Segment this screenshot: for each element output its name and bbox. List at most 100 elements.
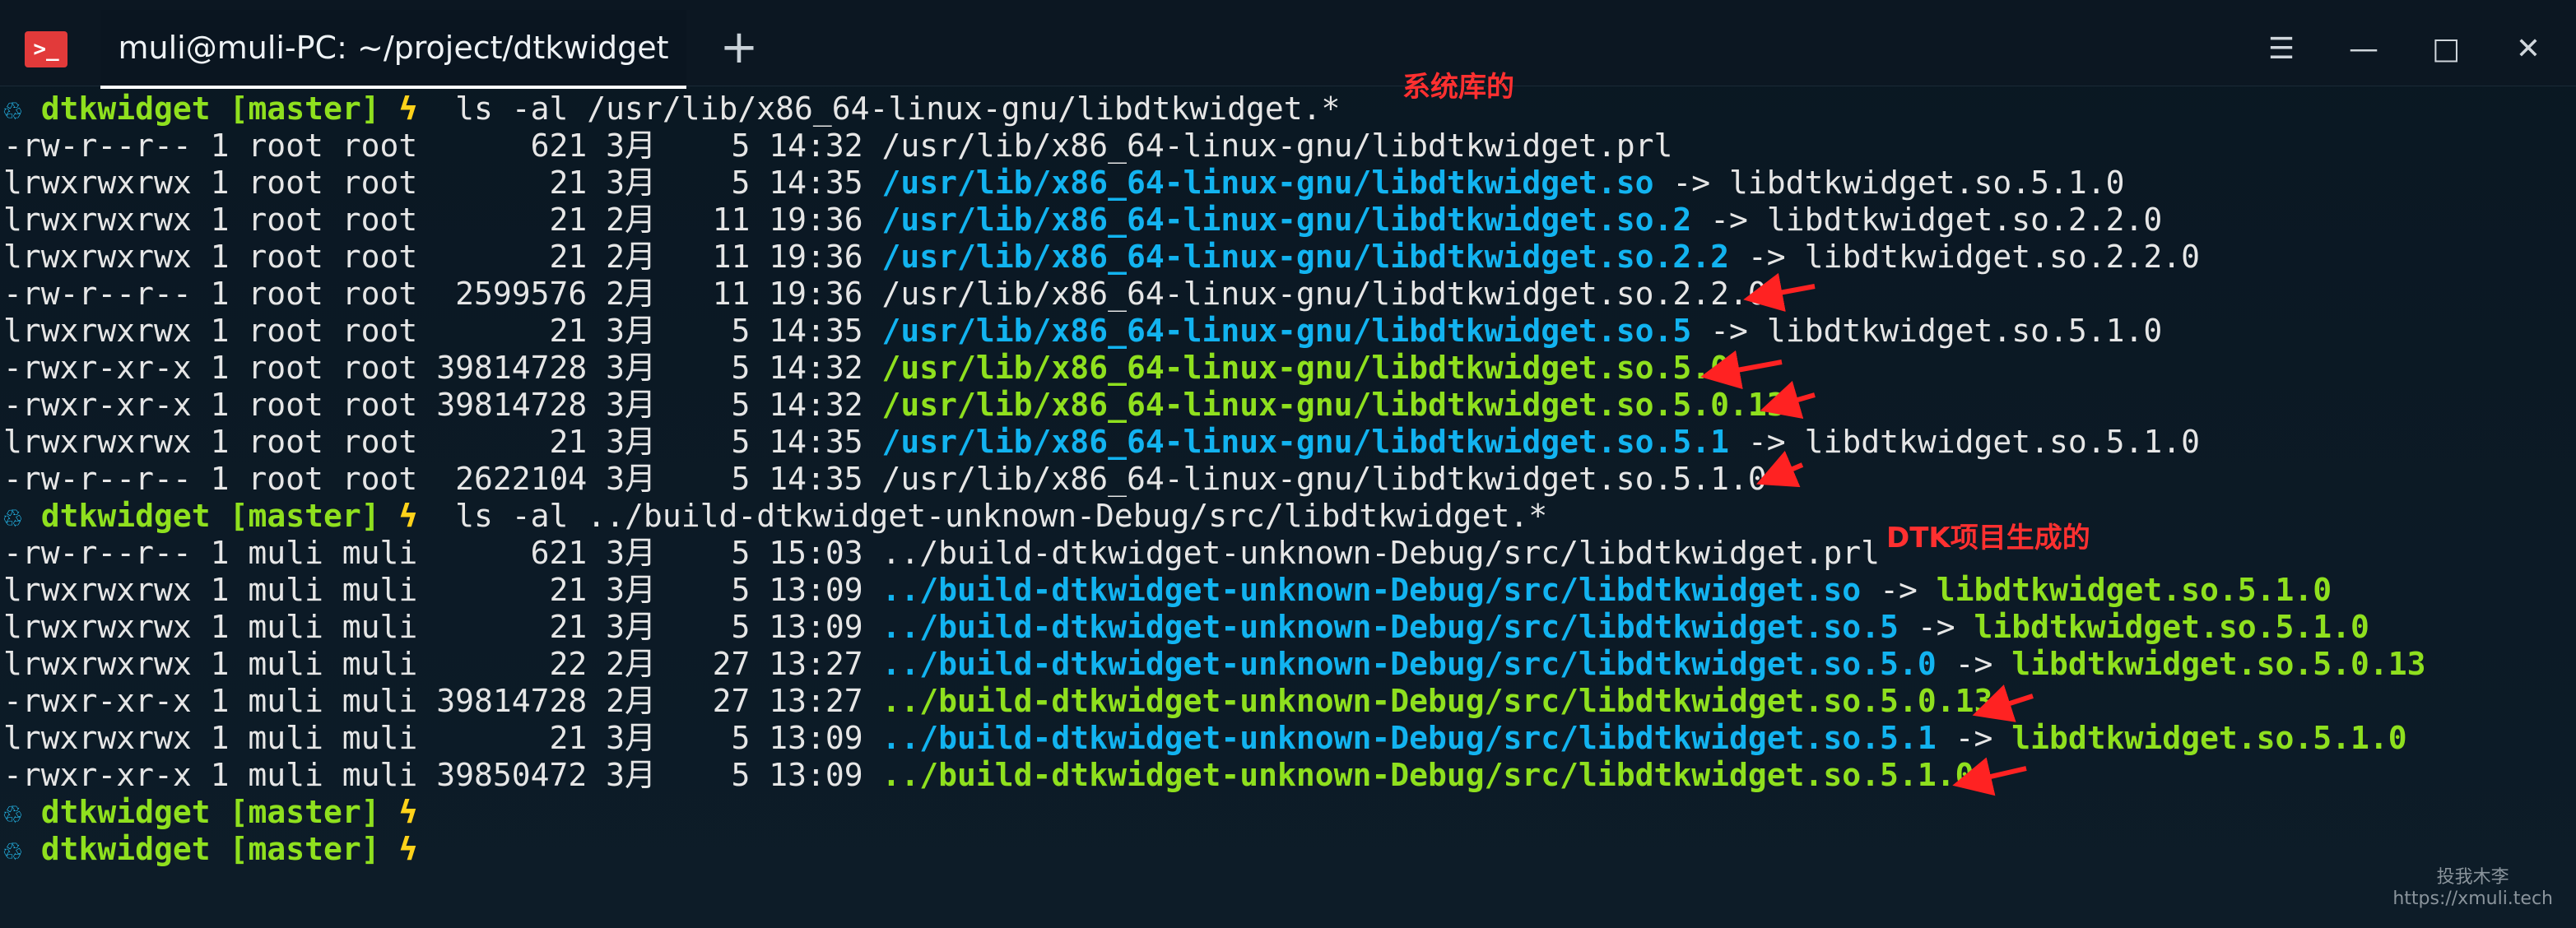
listing-row: lrwxrwxrwx 1 muli muli 21 3月 5 13:09 ../… [3, 572, 2426, 609]
file-path: ../build-dtkwidget-unknown-Debug/src/lib… [881, 757, 1974, 793]
menu-icon[interactable]: ☰ [2260, 28, 2303, 71]
link-arrow: -> [1936, 646, 2012, 682]
command-text: ls -al /usr/lib/x86_64-linux-gnu/libdtkw… [455, 90, 1341, 127]
prompt-git-branch: [master] [229, 498, 380, 534]
file-path: ../build-dtkwidget-unknown-Debug/src/lib… [881, 535, 1881, 571]
link-target: libdtkwidget.so.5.1.0 [2011, 720, 2407, 756]
link-arrow: -> [1691, 313, 1767, 349]
link-arrow: -> [1691, 202, 1767, 238]
file-path: ../build-dtkwidget-unknown-Debug/src/lib… [881, 646, 1937, 682]
listing-row: lrwxrwxrwx 1 root root 21 2月 11 19:36 /u… [3, 239, 2426, 276]
file-meta: -rwxr-xr-x 1 root root 39814728 3月 5 14:… [3, 350, 863, 386]
terminal-window[interactable]: >_ muli@muli-PC: ~/project/dtkwidget + ☰… [0, 0, 2576, 928]
listing-row: -rwxr-xr-x 1 muli muli 39850472 3月 5 13:… [3, 757, 2426, 794]
title-bar: >_ muli@muli-PC: ~/project/dtkwidget + ☰… [0, 0, 2576, 89]
file-path: /usr/lib/x86_64-linux-gnu/libdtkwidget.s… [881, 239, 1730, 275]
listing-row: lrwxrwxrwx 1 root root 21 2月 11 19:36 /u… [3, 202, 2426, 239]
link-target: libdtkwidget.so.5.1.0 [1729, 165, 2125, 201]
link-arrow: -> [1936, 720, 2012, 756]
file-path: ../build-dtkwidget-unknown-Debug/src/lib… [881, 609, 1899, 645]
file-path: ../build-dtkwidget-unknown-Debug/src/lib… [881, 683, 1993, 719]
file-meta: lrwxrwxrwx 1 root root 21 2月 11 19:36 [3, 202, 863, 238]
link-target: libdtkwidget.so.5.1.0 [1766, 313, 2163, 349]
link-target: libdtkwidget.so.5.1.0 [1804, 424, 2200, 460]
prompt-icon: ♲ [3, 831, 22, 867]
link-arrow: -> [1861, 572, 1937, 608]
link-arrow: -> [1729, 239, 1805, 275]
file-path: /usr/lib/x86_64-linux-gnu/libdtkwidget.s… [881, 202, 1692, 238]
file-meta: lrwxrwxrwx 1 root root 21 3月 5 14:35 [3, 424, 863, 460]
file-path: ../build-dtkwidget-unknown-Debug/src/lib… [881, 720, 1937, 756]
maximize-icon[interactable]: □ [2425, 28, 2467, 71]
listing-row: -rw-r--r-- 1 root root 2599576 2月 11 19:… [3, 276, 2426, 313]
file-meta: lrwxrwxrwx 1 muli muli 22 2月 27 13:27 [3, 646, 863, 682]
prompt-icon: ♲ [3, 498, 22, 534]
prompt-bolt-icon: ϟ [398, 831, 418, 867]
link-arrow: -> [1653, 165, 1730, 201]
prompt-icon: ♲ [3, 90, 22, 127]
new-tab-plus-icon[interactable]: + [716, 25, 762, 71]
tab-title: muli@muli-PC: ~/project/dtkwidget [118, 30, 669, 66]
prompt-line: ♲ dtkwidget [master] ϟ [3, 831, 2426, 868]
prompt-bolt-icon: ϟ [398, 794, 418, 830]
prompt-line: ♲ dtkwidget [master] ϟ ls -al /usr/lib/x… [3, 90, 2426, 128]
link-target: libdtkwidget.so.5.0.13 [2011, 646, 2426, 682]
link-target: libdtkwidget.so.2.2.0 [1804, 239, 2200, 275]
file-meta: -rw-r--r-- 1 root root 2622104 3月 5 14:3… [3, 461, 863, 497]
link-target: libdtkwidget.so.2.2.0 [1766, 202, 2163, 238]
listing-row: lrwxrwxrwx 1 root root 21 3月 5 14:35 /us… [3, 165, 2426, 202]
annotation-dtk-generated: DTK项目生成的 [1886, 522, 2090, 554]
file-path: /usr/lib/x86_64-linux-gnu/libdtkwidget.s… [881, 424, 1730, 460]
file-path: /usr/lib/x86_64-linux-gnu/libdtkwidget.s… [881, 350, 1730, 386]
listing-row: lrwxrwxrwx 1 muli muli 22 2月 27 13:27 ..… [3, 646, 2426, 683]
link-arrow: -> [1729, 424, 1805, 460]
prompt-directory: dtkwidget [40, 794, 211, 830]
close-icon[interactable]: ✕ [2507, 28, 2550, 71]
link-arrow: -> [1898, 609, 1974, 645]
file-path: /usr/lib/x86_64-linux-gnu/libdtkwidget.p… [881, 128, 1673, 164]
listing-row: -rwxr-xr-x 1 root root 39814728 3月 5 14:… [3, 350, 2426, 387]
prompt-directory: dtkwidget [40, 90, 211, 127]
watermark-url: https://xmuli.tech [2392, 889, 2553, 909]
listing-row: lrwxrwxrwx 1 root root 21 3月 5 14:35 /us… [3, 313, 2426, 350]
listing-row: lrwxrwxrwx 1 root root 21 3月 5 14:35 /us… [3, 424, 2426, 461]
terminal-output[interactable]: ♲ dtkwidget [master] ϟ ls -al /usr/lib/x… [3, 90, 2426, 868]
watermark-name: 投我木李 [2436, 867, 2509, 888]
link-target: libdtkwidget.so.5.1.0 [1936, 572, 2332, 608]
file-meta: lrwxrwxrwx 1 root root 21 2月 11 19:36 [3, 239, 863, 275]
file-meta: lrwxrwxrwx 1 muli muli 21 3月 5 13:09 [3, 572, 863, 608]
file-path: /usr/lib/x86_64-linux-gnu/libdtkwidget.s… [881, 387, 1786, 423]
prompt-git-branch: [master] [229, 831, 380, 867]
file-meta: -rwxr-xr-x 1 muli muli 39814728 2月 27 13… [3, 683, 863, 719]
file-path: /usr/lib/x86_64-linux-gnu/libdtkwidget.s… [881, 313, 1692, 349]
watermark: 投我木李 https://xmuli.tech [2392, 867, 2553, 910]
file-meta: lrwxrwxrwx 1 root root 21 3月 5 14:35 [3, 313, 863, 349]
annotation-system-libs: 系统库的 [1402, 71, 1514, 104]
file-meta: -rwxr-xr-x 1 root root 39814728 3月 5 14:… [3, 387, 863, 423]
prompt-bolt-icon: ϟ [398, 90, 418, 127]
file-meta: -rwxr-xr-x 1 muli muli 39850472 3月 5 13:… [3, 757, 863, 793]
prompt-line: ♲ dtkwidget [master] ϟ [3, 794, 2426, 831]
prompt-bolt-icon: ϟ [398, 498, 418, 534]
file-path: /usr/lib/x86_64-linux-gnu/libdtkwidget.s… [881, 461, 1767, 497]
terminal-app-icon: >_ [25, 31, 67, 67]
prompt-git-branch: [master] [229, 90, 380, 127]
prompt-directory: dtkwidget [40, 498, 211, 534]
listing-row: -rwxr-xr-x 1 root root 39814728 3月 5 14:… [3, 387, 2426, 424]
file-path: /usr/lib/x86_64-linux-gnu/libdtkwidget.s… [881, 165, 1654, 201]
listing-row: lrwxrwxrwx 1 muli muli 21 3月 5 13:09 ../… [3, 609, 2426, 646]
file-path: /usr/lib/x86_64-linux-gnu/libdtkwidget.s… [881, 276, 1767, 312]
file-meta: lrwxrwxrwx 1 root root 21 3月 5 14:35 [3, 165, 863, 201]
tab-active-terminal[interactable]: muli@muli-PC: ~/project/dtkwidget [100, 10, 686, 89]
listing-row: -rwxr-xr-x 1 muli muli 39814728 2月 27 13… [3, 683, 2426, 720]
prompt-directory: dtkwidget [40, 831, 211, 867]
file-meta: -rw-r--r-- 1 muli muli 621 3月 5 15:03 [3, 535, 863, 571]
link-target: libdtkwidget.so.5.1.0 [1974, 609, 2369, 645]
listing-row: -rw-r--r-- 1 root root 2622104 3月 5 14:3… [3, 461, 2426, 498]
minimize-icon[interactable]: — [2342, 28, 2385, 71]
listing-row: lrwxrwxrwx 1 muli muli 21 3月 5 13:09 ../… [3, 720, 2426, 757]
file-meta: -rw-r--r-- 1 root root 621 3月 5 14:32 [3, 128, 863, 164]
prompt-icon: ♲ [3, 794, 22, 830]
file-meta: lrwxrwxrwx 1 muli muli 21 3月 5 13:09 [3, 720, 863, 756]
listing-row: -rw-r--r-- 1 root root 621 3月 5 14:32 /u… [3, 128, 2426, 165]
